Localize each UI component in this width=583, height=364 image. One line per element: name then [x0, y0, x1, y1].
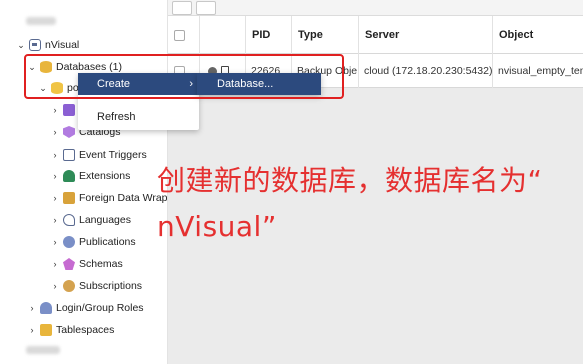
column-header-object[interactable]: Object — [493, 16, 583, 54]
cell-object: nvisual_empty_temp — [498, 65, 583, 77]
chevron-right-icon[interactable]: › — [50, 150, 60, 160]
tree-item-extensions[interactable]: › Extensions — [50, 167, 130, 185]
tree-item-label: Tablespaces — [56, 324, 115, 336]
tree-item-label: Languages — [79, 214, 131, 226]
status-column — [200, 16, 246, 54]
tree-item-label: Foreign Data Wrapper — [79, 192, 168, 204]
chevron-right-icon[interactable]: › — [27, 303, 37, 313]
menu-item-label: Refresh — [97, 111, 136, 123]
database-icon — [40, 61, 52, 73]
context-menu: Create › Refresh — [78, 73, 199, 130]
chevron-right-icon[interactable]: › — [50, 281, 60, 291]
tree-item-label: Subscriptions — [79, 280, 143, 292]
cast-icon — [63, 104, 75, 116]
chevron-right-icon[interactable]: › — [50, 259, 60, 269]
tree-item-login-roles[interactable]: › Login/Group Roles — [27, 299, 144, 317]
tree-item-event-triggers[interactable]: › Event Triggers — [50, 146, 147, 164]
tree-item-schemas[interactable]: › Schemas — [50, 255, 123, 273]
chevron-right-icon[interactable]: › — [50, 215, 60, 225]
tree-item-label: Schemas — [79, 258, 123, 270]
annotation-line-1: 创建新的数据库，数据库名为“ — [157, 164, 543, 197]
tree-item-label: Event Triggers — [79, 149, 147, 161]
chevron-right-icon[interactable]: › — [50, 237, 60, 247]
object-browser-tree: ⌄ nVisual ⌄ Databases (1) ⌄ pos › C › Ca… — [0, 0, 168, 364]
blurred-header — [26, 17, 56, 25]
submenu-item-label: Database... — [217, 78, 274, 90]
menu-item-refresh[interactable]: Refresh — [78, 106, 199, 128]
cell-server: cloud (172.18.20.230:5432) — [359, 54, 493, 88]
chevron-down-icon[interactable]: ⌄ — [27, 62, 37, 72]
chevron-right-icon[interactable]: › — [50, 193, 60, 203]
tree-item-label: Extensions — [79, 170, 131, 182]
chevron-right-icon[interactable]: › — [50, 127, 60, 137]
blurred-footer — [26, 346, 60, 354]
tablespace-icon — [40, 324, 52, 336]
grid-toolbar — [168, 0, 583, 16]
role-icon — [40, 302, 52, 314]
chevron-down-icon[interactable]: ⌄ — [38, 83, 48, 93]
annotation-line-2: nVisual” — [157, 210, 277, 243]
database-icon — [51, 82, 63, 94]
chevron-right-icon[interactable]: › — [50, 105, 60, 115]
tree-item-publications[interactable]: › Publications — [50, 233, 136, 251]
language-icon — [63, 214, 75, 226]
schema-icon — [63, 258, 75, 270]
foreign-data-wrapper-icon — [63, 192, 75, 204]
chevron-down-icon[interactable]: ⌄ — [16, 40, 26, 50]
menu-item-label: Create — [97, 78, 131, 90]
catalog-icon — [63, 126, 75, 138]
tree-item-label: nVisual — [45, 39, 80, 51]
tree-item-label: Login/Group Roles — [56, 302, 144, 314]
submenu-item-database[interactable]: Database... — [197, 73, 321, 95]
chevron-right-icon[interactable]: › — [27, 325, 37, 335]
toolbar-button[interactable] — [196, 1, 216, 15]
column-header-server[interactable]: Server — [359, 16, 493, 54]
tree-item-tablespaces[interactable]: › Tablespaces — [27, 321, 114, 339]
tree-item-label: Databases (1) — [56, 61, 122, 73]
select-all-column[interactable] — [168, 16, 200, 54]
subscription-icon — [63, 280, 75, 292]
annotation-text: 创建新的数据库，数据库名为“ nVisual” — [157, 158, 577, 250]
chevron-right-icon: › — [189, 78, 193, 90]
column-header-pid[interactable]: PID — [246, 16, 292, 54]
event-trigger-icon — [63, 149, 75, 161]
column-header-type[interactable]: Type — [292, 16, 359, 54]
menu-item-create[interactable]: Create › — [78, 73, 199, 95]
toolbar-button[interactable] — [172, 1, 192, 15]
tree-item-languages[interactable]: › Languages — [50, 211, 131, 229]
extension-icon — [63, 170, 75, 182]
chevron-right-icon[interactable]: › — [50, 171, 60, 181]
publication-icon — [63, 236, 75, 248]
select-all-checkbox[interactable] — [174, 29, 185, 41]
tree-item-foreign-data-wrappers[interactable]: › Foreign Data Wrapper — [50, 189, 168, 207]
tree-item-label: Publications — [79, 236, 136, 248]
grid-header-row: PID Type Server Object — [168, 16, 583, 54]
server-icon — [29, 39, 41, 51]
tree-item-server[interactable]: ⌄ nVisual — [16, 36, 79, 54]
tree-item-subscriptions[interactable]: › Subscriptions — [50, 277, 142, 295]
